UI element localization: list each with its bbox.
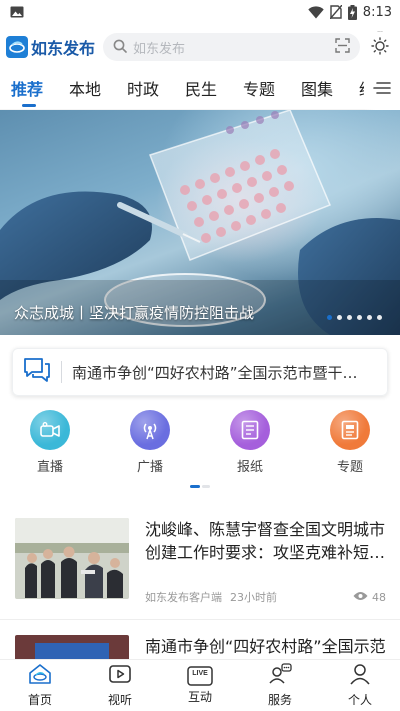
nav-item-home[interactable]: 首页 — [0, 660, 80, 711]
banner-dot — [347, 315, 352, 320]
banner-dot — [377, 315, 382, 320]
news-title: 沈峻峰、陈慧宇督查全国文明城市创建工作时要求：攻坚克难补短… — [145, 520, 386, 562]
news-time: 23小时前 — [230, 591, 277, 604]
nav-item-media[interactable]: 视听 — [80, 660, 160, 711]
news-thumbnail — [15, 518, 129, 599]
play-icon — [108, 663, 132, 689]
quick-page-indicator — [0, 485, 400, 488]
search-placeholder: 如东发布 — [133, 41, 186, 57]
status-bar: 8:13 — [0, 0, 400, 24]
quick-entry-label: 报纸 — [236, 460, 263, 475]
channel-menu-button[interactable] — [364, 69, 400, 110]
notice-divider — [61, 361, 62, 383]
scan-icon[interactable] — [335, 37, 350, 57]
menu-icon — [373, 80, 391, 99]
gallery-notification-icon — [10, 6, 24, 18]
quick-entry-3[interactable]: 专题 — [300, 410, 400, 475]
banner-dot — [327, 315, 332, 320]
nav-label: 视听 — [107, 693, 132, 707]
hero-banner[interactable]: 众志成城丨坚决打赢疫情防控阻击战 — [0, 110, 400, 335]
nav-label: 互动 — [187, 690, 212, 704]
video-camera-icon — [30, 410, 70, 450]
tab-2[interactable]: 时政 — [116, 70, 174, 110]
banner-caption: 众志成城丨坚决打赢疫情防控阻击战 — [14, 304, 255, 322]
notice-text: 南通市争创“四好农村路”全国示范市暨干… — [72, 363, 358, 382]
banner-dot — [357, 315, 362, 320]
category-tabs: 推荐本地时政民生专题图集经 — [0, 69, 400, 110]
sun-icon — [370, 35, 390, 59]
quick-entry-label: 广播 — [136, 460, 163, 475]
tab-1[interactable]: 本地 — [58, 70, 116, 110]
status-time: 8:13 — [362, 4, 392, 20]
nav-item-service[interactable]: 服务 — [240, 660, 320, 711]
quick-entry-1[interactable]: 广播 — [100, 410, 200, 475]
banner-dot — [337, 315, 342, 320]
tab-0[interactable]: 推荐 — [0, 70, 58, 110]
live-icon-text: LIVE — [192, 670, 208, 677]
app-logo: 如东发布 — [6, 35, 95, 59]
tab-6[interactable]: 经 — [348, 70, 364, 110]
bottom-navigation: 首页 视听 LIVE 互动 服务 个人 — [0, 659, 400, 711]
quick-entry-label: 专题 — [336, 460, 363, 475]
banner-pagination — [327, 315, 382, 320]
news-divider — [0, 619, 400, 620]
quick-entries: 直播 广播 报纸 专题 — [0, 410, 400, 475]
page-indicator-active — [190, 485, 200, 488]
app-name: 如东发布 — [31, 39, 96, 58]
wifi-icon — [308, 5, 324, 19]
tab-4[interactable]: 专题 — [232, 70, 290, 110]
logo-mark-icon — [6, 36, 28, 58]
nav-label: 首页 — [27, 693, 52, 707]
live-icon: LIVE — [187, 666, 213, 686]
news-views: 48 — [372, 590, 386, 604]
quick-entry-2[interactable]: 报纸 — [200, 410, 300, 475]
topic-document-icon — [330, 410, 370, 450]
tab-5[interactable]: 图集 — [290, 70, 348, 110]
weather-button[interactable]: ··· — [368, 29, 392, 61]
search-icon — [113, 38, 127, 57]
nav-label: 个人 — [347, 693, 372, 707]
page-indicator-inactive — [202, 485, 210, 488]
eye-icon — [353, 591, 368, 604]
banner-dot — [367, 315, 372, 320]
battery-charging-icon — [347, 4, 357, 20]
tab-3[interactable]: 民生 — [174, 70, 232, 110]
nav-label: 服务 — [267, 693, 292, 707]
nav-item-profile[interactable]: 个人 — [320, 660, 400, 711]
quick-entry-label: 直播 — [36, 460, 63, 475]
search-bar[interactable]: 如东发布 — [103, 33, 360, 61]
app-header: 如东发布 如东发布 ··· — [0, 24, 400, 70]
chat-icon — [23, 357, 51, 387]
broadcast-tower-icon — [130, 410, 170, 450]
person-icon — [348, 663, 372, 689]
news-source: 如东发布客户端 — [145, 591, 222, 604]
newspaper-icon — [230, 410, 270, 450]
home-icon — [28, 663, 52, 689]
news-item[interactable]: 沈峻峰、陈慧宇督查全国文明城市创建工作时要求：攻坚克难补短… 如东发布客户端 2… — [0, 518, 400, 605]
quick-entry-0[interactable]: 直播 — [0, 410, 100, 475]
weather-text: ··· — [377, 29, 383, 36]
nav-item-interact[interactable]: LIVE 互动 — [160, 660, 240, 711]
no-sim-icon — [329, 5, 342, 19]
service-icon — [268, 663, 292, 689]
notice-bar[interactable]: 南通市争创“四好农村路”全国示范市暨干… — [12, 348, 388, 396]
